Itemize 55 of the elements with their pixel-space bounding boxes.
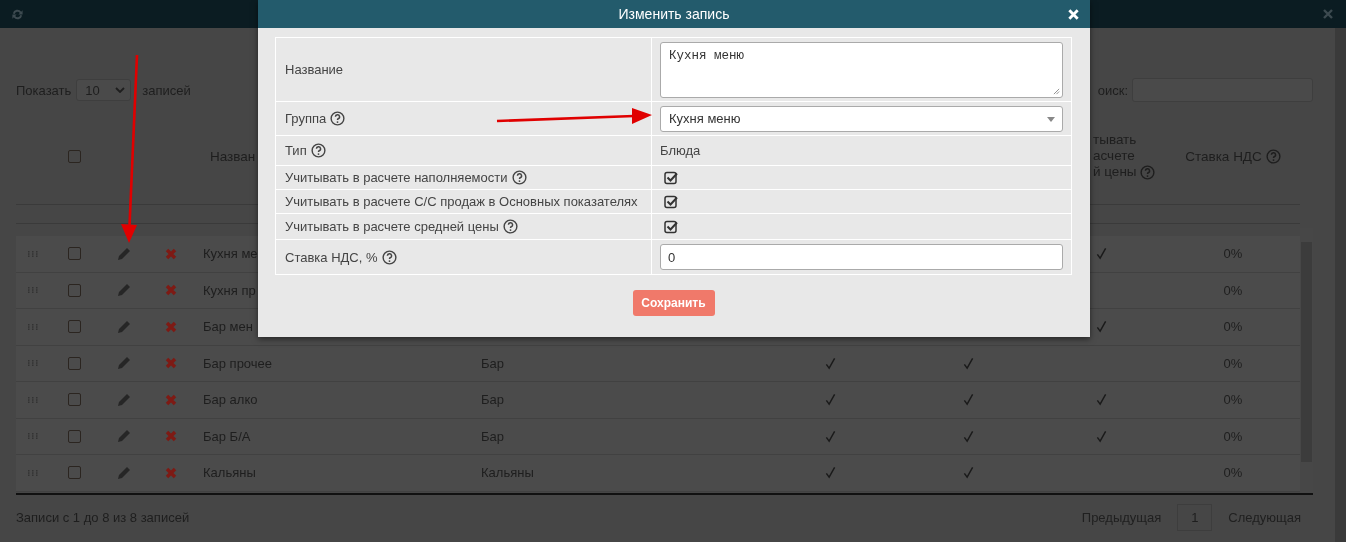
help-icon[interactable]: [381, 249, 397, 265]
group-select[interactable]: Кухня меню: [660, 105, 1063, 132]
pencil-icon[interactable]: [117, 465, 131, 480]
field-label: Учитывать в расчете средней цены: [285, 219, 499, 234]
pencil-icon[interactable]: [117, 283, 131, 298]
drag-handle-icon[interactable]: [28, 323, 38, 330]
pencil-icon[interactable]: [117, 319, 131, 334]
delete-icon[interactable]: [165, 466, 177, 479]
help-icon[interactable]: [511, 170, 527, 185]
delete-icon[interactable]: [165, 320, 177, 333]
refresh-icon[interactable]: [11, 7, 24, 21]
delete-icon[interactable]: [165, 357, 177, 370]
name-textarea[interactable]: Кухня меню: [660, 41, 1063, 98]
resize-grip-icon[interactable]: [1053, 87, 1060, 95]
caret-icon: [1047, 116, 1055, 122]
delete-icon[interactable]: [165, 430, 177, 443]
row-checkbox[interactable]: [67, 466, 81, 480]
chevron-icon: [115, 87, 126, 93]
dialog-title: Изменить запись: [618, 6, 730, 22]
checkbox[interactable]: [664, 194, 678, 209]
row-checkbox[interactable]: [67, 283, 81, 297]
delete-icon[interactable]: [165, 393, 177, 406]
field-label: Группа: [285, 111, 327, 126]
pencil-icon[interactable]: [117, 392, 131, 407]
drag-handle-icon[interactable]: [28, 250, 38, 257]
row-checkbox[interactable]: [67, 429, 81, 443]
drag-handle-icon[interactable]: [28, 360, 38, 367]
field-label: Учитывать в расчете С/С продаж в Основных показателях: [285, 194, 638, 209]
save-button[interactable]: Сохранить: [632, 290, 715, 316]
pencil-icon[interactable]: [117, 356, 131, 371]
field-label: Ставка НДС, %: [285, 249, 378, 265]
checkbox[interactable]: [664, 170, 678, 185]
pencil-icon[interactable]: [117, 429, 131, 444]
drag-handle-icon[interactable]: [28, 396, 38, 403]
field-label: Название: [285, 62, 344, 77]
field-value: Блюда: [660, 143, 701, 158]
help-icon[interactable]: [330, 111, 346, 126]
help-icon[interactable]: [502, 219, 518, 234]
help-icon[interactable]: [310, 143, 326, 158]
vat-input[interactable]: 0: [660, 244, 1063, 270]
pencil-icon[interactable]: [117, 246, 131, 261]
page-scrollbar[interactable]: [1335, 28, 1346, 542]
field-label: Учитывать в расчете наполняемости: [285, 170, 508, 185]
delete-icon[interactable]: [165, 284, 177, 297]
row-checkbox[interactable]: [67, 320, 81, 334]
field-label: Тип: [285, 143, 307, 158]
row-checkbox[interactable]: [67, 393, 81, 407]
checkbox[interactable]: [664, 219, 678, 234]
drag-handle-icon[interactable]: [28, 433, 38, 440]
select-all-checkbox[interactable]: [67, 149, 81, 163]
row-checkbox[interactable]: [67, 356, 81, 370]
drag-handle-icon[interactable]: [28, 287, 38, 294]
drag-handle-icon[interactable]: [28, 469, 38, 476]
row-checkbox[interactable]: [67, 247, 81, 261]
delete-icon[interactable]: [165, 247, 177, 260]
